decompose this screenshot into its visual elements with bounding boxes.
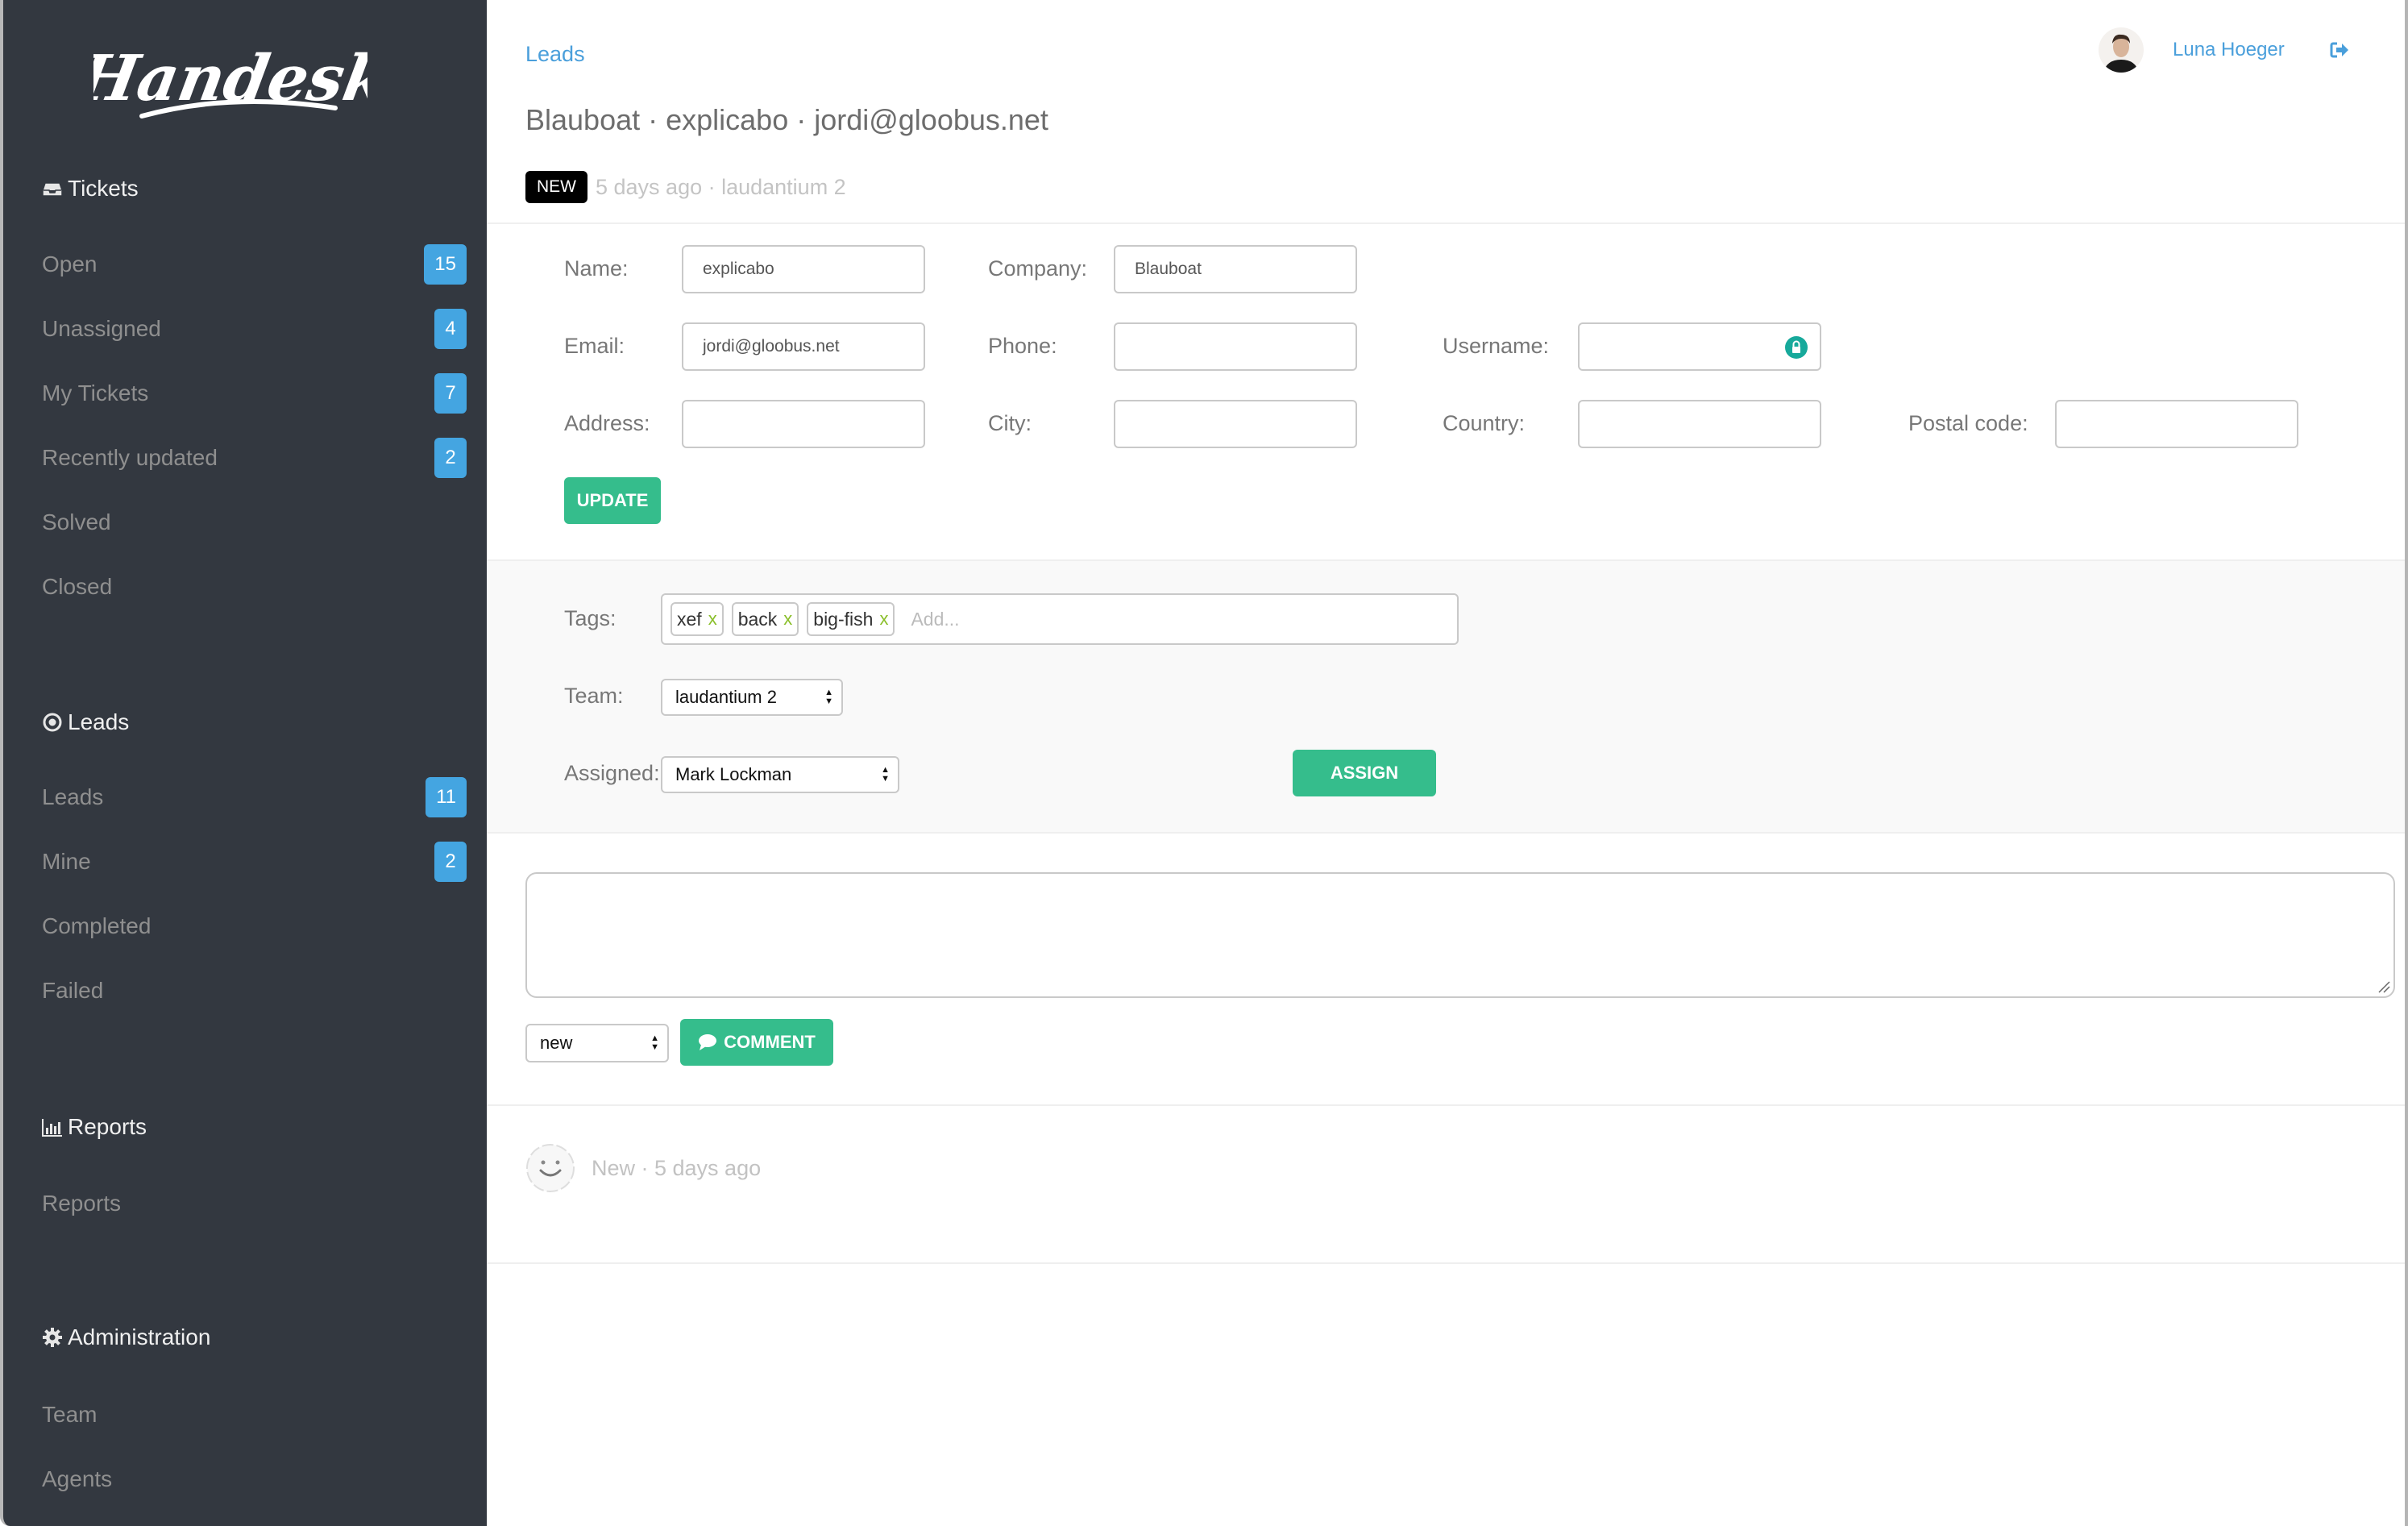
status-line: NEW 5 days ago · laudantium 2 — [525, 171, 846, 203]
count-badge: 15 — [424, 244, 467, 285]
count-badge: 2 — [434, 842, 467, 882]
postal-code-label: Postal code: — [1908, 411, 2028, 435]
phone-label: Phone: — [988, 334, 1057, 358]
name-label: Name: — [564, 256, 629, 281]
sidebar-item-mine[interactable]: Mine 2 — [42, 839, 467, 884]
status-badge: NEW — [525, 171, 587, 203]
assign-button[interactable]: ASSIGN — [1293, 750, 1436, 796]
handesk-logo[interactable]: Handesk — [71, 29, 394, 134]
comment-divider — [487, 1104, 2405, 1106]
sidebar-section-tickets: Tickets — [42, 176, 139, 202]
username-label: Username: — [1443, 334, 1550, 358]
page-title: Blauboat · explicabo · jordi@gloobus.net — [525, 103, 1048, 136]
tag-chip: big-fish x — [807, 602, 895, 636]
status-select[interactable]: new ▲ ▼ — [525, 1024, 669, 1062]
sidebar-item-failed[interactable]: Failed — [42, 968, 467, 1013]
assigned-select[interactable]: Mark Lockman ▲ ▼ — [661, 756, 899, 793]
username-field[interactable] — [1578, 322, 1821, 371]
email-field[interactable]: jordi@gloobus.net — [682, 322, 925, 371]
count-badge: 4 — [434, 309, 467, 349]
remove-tag-icon[interactable]: x — [708, 609, 717, 630]
window-edge — [2405, 0, 2408, 1526]
dot-circle-icon — [43, 713, 62, 732]
status-meta: 5 days ago · laudantium 2 — [596, 174, 846, 199]
update-button[interactable]: UPDATE — [564, 477, 661, 524]
sidebar-item-my-tickets[interactable]: My Tickets 7 — [42, 371, 467, 416]
inbox-icon — [42, 182, 63, 197]
select-arrows-icon: ▲ ▼ — [650, 1033, 659, 1052]
sidebar: Handesk Tickets Open 15 Unassigned 4 My Ti… — [0, 0, 487, 1526]
sidebar-section-administration: Administration — [42, 1324, 210, 1350]
comment-textarea[interactable] — [525, 872, 2395, 998]
activity-item: New · 5 days ago — [525, 1143, 761, 1193]
resize-handle-icon[interactable] — [2377, 980, 2390, 993]
smiley-avatar-icon — [526, 1144, 575, 1192]
sidebar-item-leads[interactable]: Leads 11 — [42, 775, 467, 820]
company-field[interactable]: Blauboat — [1114, 245, 1357, 293]
bar-chart-icon — [42, 1119, 62, 1137]
tag-chip: back x — [731, 602, 799, 636]
phone-field[interactable] — [1114, 322, 1357, 371]
tag-chip: xef x — [671, 602, 724, 636]
assignment-section: Tags: xef x back x big-fish x Add... Team: … — [487, 559, 2405, 834]
tags-label: Tags: — [564, 606, 617, 630]
postal-code-field[interactable] — [2055, 400, 2298, 448]
count-badge: 2 — [434, 438, 467, 478]
avatar[interactable] — [2099, 27, 2144, 73]
city-field[interactable] — [1114, 400, 1357, 448]
comment-icon — [699, 1034, 717, 1050]
sidebar-item-agents[interactable]: Agents — [42, 1457, 467, 1502]
country-label: Country: — [1443, 411, 1526, 435]
activity-divider — [487, 1262, 2405, 1264]
header-divider — [487, 222, 2405, 224]
sidebar-item-team[interactable]: Team — [42, 1392, 467, 1437]
tags-input[interactable]: xef x back x big-fish x Add... — [661, 593, 1459, 645]
address-label: Address: — [564, 411, 650, 435]
sidebar-item-open[interactable]: Open 15 — [42, 242, 467, 287]
logout-icon[interactable] — [2330, 41, 2349, 59]
country-field[interactable] — [1578, 400, 1821, 448]
user-menu: Luna Hoeger — [2099, 27, 2349, 73]
sidebar-item-solved[interactable]: Solved — [42, 500, 467, 545]
gear-icon — [43, 1328, 62, 1347]
user-name-link[interactable]: Luna Hoeger — [2173, 39, 2285, 61]
tags-add-placeholder[interactable]: Add... — [911, 609, 959, 630]
sidebar-item-completed[interactable]: Completed — [42, 904, 467, 949]
team-select[interactable]: laudantium 2 ▲ ▼ — [661, 679, 843, 716]
city-label: City: — [988, 411, 1032, 435]
sidebar-item-recently-updated[interactable]: Recently updated 2 — [42, 435, 467, 480]
email-label: Email: — [564, 334, 625, 358]
remove-tag-icon[interactable]: x — [879, 609, 888, 630]
comment-button[interactable]: COMMENT — [680, 1019, 833, 1066]
count-badge: 11 — [426, 777, 467, 817]
sidebar-section-reports: Reports — [42, 1114, 147, 1140]
remove-tag-icon[interactable]: x — [783, 609, 792, 630]
address-field[interactable] — [682, 400, 925, 448]
select-arrows-icon: ▲ ▼ — [881, 765, 890, 784]
select-arrows-icon: ▲ ▼ — [824, 688, 833, 706]
team-label: Team: — [564, 684, 624, 708]
main-content: Leads Blauboat · explicabo · jordi@gloob… — [487, 0, 2405, 1526]
count-badge: 7 — [434, 373, 467, 414]
activity-text: New · 5 days ago — [592, 1155, 762, 1180]
sidebar-item-closed[interactable]: Closed — [42, 564, 467, 609]
company-label: Company: — [988, 256, 1088, 281]
sidebar-section-leads: Leads — [42, 709, 129, 735]
breadcrumb-leads[interactable]: Leads — [525, 42, 585, 67]
sidebar-item-unassigned[interactable]: Unassigned 4 — [42, 306, 467, 351]
assigned-label: Assigned: — [564, 761, 660, 785]
name-field[interactable]: explicabo — [682, 245, 925, 293]
sidebar-item-reports[interactable]: Reports — [42, 1181, 467, 1226]
lock-icon[interactable] — [1784, 335, 1808, 360]
